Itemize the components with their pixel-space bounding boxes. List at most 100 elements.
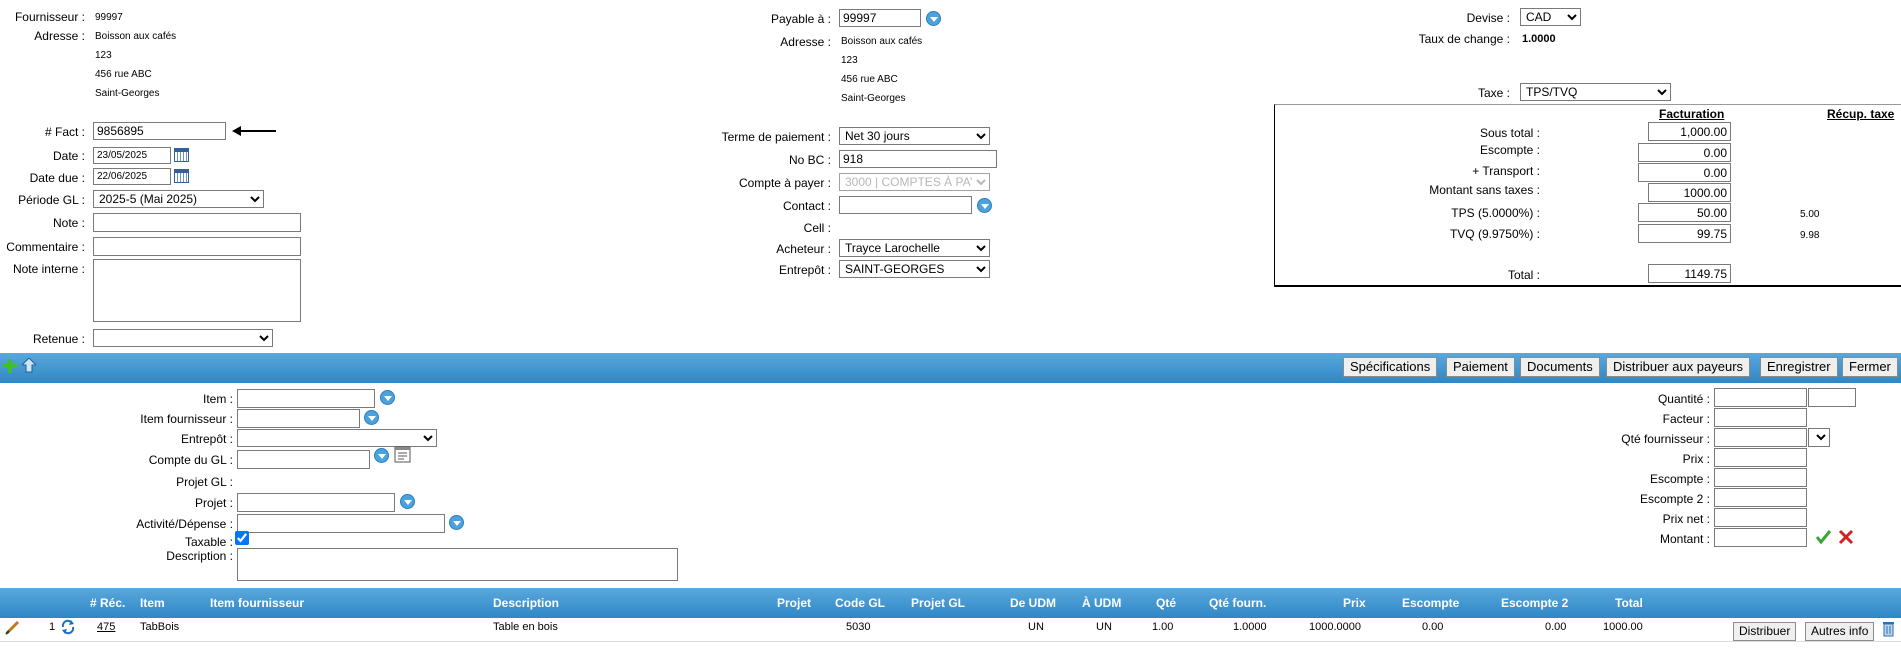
row-code-gl: 5030	[846, 621, 871, 633]
compte-label: Compte à payer :	[738, 176, 831, 190]
distribuer-button[interactable]: Distribuer	[1733, 622, 1797, 641]
retenue-label: Retenue :	[32, 332, 85, 346]
add-icon[interactable]	[3, 359, 17, 373]
row-num: 1	[49, 621, 56, 633]
periode-select[interactable]: 2025-5 (Mai 2025)	[93, 190, 264, 208]
edit-icon[interactable]	[5, 620, 20, 635]
notepad-icon[interactable]	[394, 445, 412, 463]
compte-select[interactable]: 3000 | COMPTES À PAYER	[839, 173, 990, 191]
line-montant-input[interactable]	[1714, 528, 1807, 547]
dropdown-icon[interactable]	[977, 198, 992, 213]
compte-gl-label: Compte du GL :	[148, 453, 233, 467]
qte-fourn-unit-select[interactable]	[1808, 428, 1830, 447]
th-total: Total	[1615, 596, 1643, 610]
tvq-field[interactable]	[1638, 224, 1731, 243]
dropdown-icon[interactable]	[926, 11, 941, 26]
refresh-icon[interactable]	[60, 619, 76, 635]
fact-input[interactable]	[93, 122, 226, 140]
dropdown-icon[interactable]	[380, 390, 395, 405]
note-input[interactable]	[93, 213, 301, 232]
prix-label: Prix :	[1682, 452, 1710, 466]
documents-button[interactable]: Documents	[1520, 357, 1600, 377]
nobc-input[interactable]	[839, 150, 997, 168]
dropdown-icon[interactable]	[374, 448, 389, 463]
escompte2-input[interactable]	[1714, 488, 1807, 507]
item-input[interactable]	[237, 389, 375, 408]
projet-input[interactable]	[237, 493, 395, 512]
note-interne-textarea[interactable]	[93, 259, 301, 322]
tvq-recup: 9.98	[1800, 230, 1820, 241]
entrepot-select[interactable]: SAINT-GEORGES	[839, 260, 990, 278]
terme-select[interactable]: Net 30 jours	[839, 127, 990, 145]
acheteur-select[interactable]: Trayce Larochelle	[839, 239, 990, 257]
col-recup: Récup. taxe	[1827, 107, 1895, 121]
quantite-input[interactable]	[1714, 388, 1807, 407]
tps-field[interactable]	[1638, 203, 1731, 222]
prix-input[interactable]	[1714, 448, 1807, 467]
arrow-left-icon	[232, 126, 276, 136]
date-due-input[interactable]	[93, 168, 171, 185]
row-a-udm: UN	[1096, 621, 1112, 633]
th-item: Item	[140, 596, 165, 610]
dropdown-icon[interactable]	[449, 515, 464, 530]
trash-icon[interactable]	[1882, 620, 1895, 637]
tvq-label: TVQ (9.9750%) :	[1449, 227, 1540, 241]
dropdown-icon[interactable]	[400, 494, 415, 509]
line-escompte-input[interactable]	[1714, 468, 1807, 487]
escompte-field[interactable]	[1638, 143, 1731, 162]
retenue-select[interactable]	[93, 329, 273, 347]
totals-box	[1274, 104, 1901, 287]
row-prix: 1000.0000	[1309, 621, 1361, 633]
specifications-button[interactable]: Spécifications	[1343, 357, 1438, 377]
payable-input[interactable]	[839, 9, 921, 27]
autres-info-button[interactable]: Autres info	[1805, 622, 1875, 641]
entrepot-label: Entrepôt :	[778, 263, 831, 277]
nobc-label: No BC :	[788, 153, 831, 167]
note-interne-label: Note interne :	[12, 262, 85, 276]
calendar-icon[interactable]	[174, 148, 189, 162]
contact-label: Contact :	[782, 199, 831, 213]
fact-label: # Fact :	[44, 125, 85, 139]
taxe-label: Taxe :	[1477, 86, 1510, 100]
prix-net-input[interactable]	[1714, 508, 1807, 527]
activite-input[interactable]	[237, 514, 445, 533]
adresse-line: Boisson aux cafés	[95, 31, 177, 42]
compte-gl-input[interactable]	[237, 450, 370, 469]
quantite-unit-input[interactable]	[1808, 388, 1856, 407]
fermer-button[interactable]: Fermer	[1842, 357, 1898, 377]
taxe-select[interactable]: TPS/TVQ	[1520, 83, 1671, 101]
row-rec-link[interactable]: 475	[97, 621, 115, 633]
contact-input[interactable]	[839, 196, 972, 214]
devise-select[interactable]: CAD	[1520, 8, 1581, 26]
th-qte: Qté	[1156, 596, 1177, 610]
calendar-icon[interactable]	[174, 169, 189, 183]
distribuer-payeurs-button[interactable]: Distribuer aux payeurs	[1606, 357, 1751, 377]
close-icon[interactable]	[1838, 529, 1854, 545]
row-escompte2: 0.00	[1545, 621, 1567, 633]
upload-icon[interactable]	[22, 358, 36, 373]
taxable-checkbox[interactable]	[235, 531, 249, 545]
adresse-line: 123	[95, 50, 112, 61]
transport-field[interactable]	[1638, 163, 1731, 182]
dropdown-icon[interactable]	[364, 410, 379, 425]
th-code-gl: Code GL	[835, 596, 885, 610]
cell-label: Cell :	[803, 221, 831, 235]
description-textarea[interactable]	[237, 548, 678, 581]
escompte-label: Escompte :	[1479, 143, 1540, 157]
item-fourn-input[interactable]	[237, 409, 360, 428]
date-input[interactable]	[93, 147, 171, 164]
paiement-button[interactable]: Paiement	[1446, 357, 1515, 377]
facteur-input[interactable]	[1714, 408, 1807, 427]
commentaire-label: Commentaire :	[6, 240, 85, 254]
qte-fourn-input[interactable]	[1714, 428, 1807, 447]
th-prix: Prix	[1343, 596, 1366, 610]
line-montant-label: Montant :	[1659, 532, 1710, 546]
adresse2-line: 123	[841, 55, 858, 66]
escompte2-label: Escompte 2 :	[1639, 492, 1710, 506]
commentaire-input[interactable]	[93, 237, 301, 256]
th-description: Description	[493, 596, 560, 610]
checkmark-icon[interactable]	[1815, 529, 1832, 544]
th-rec: # Réc.	[90, 596, 126, 610]
enregistrer-button[interactable]: Enregistrer	[1760, 357, 1838, 377]
fournisseur-value: 99997	[95, 12, 123, 23]
